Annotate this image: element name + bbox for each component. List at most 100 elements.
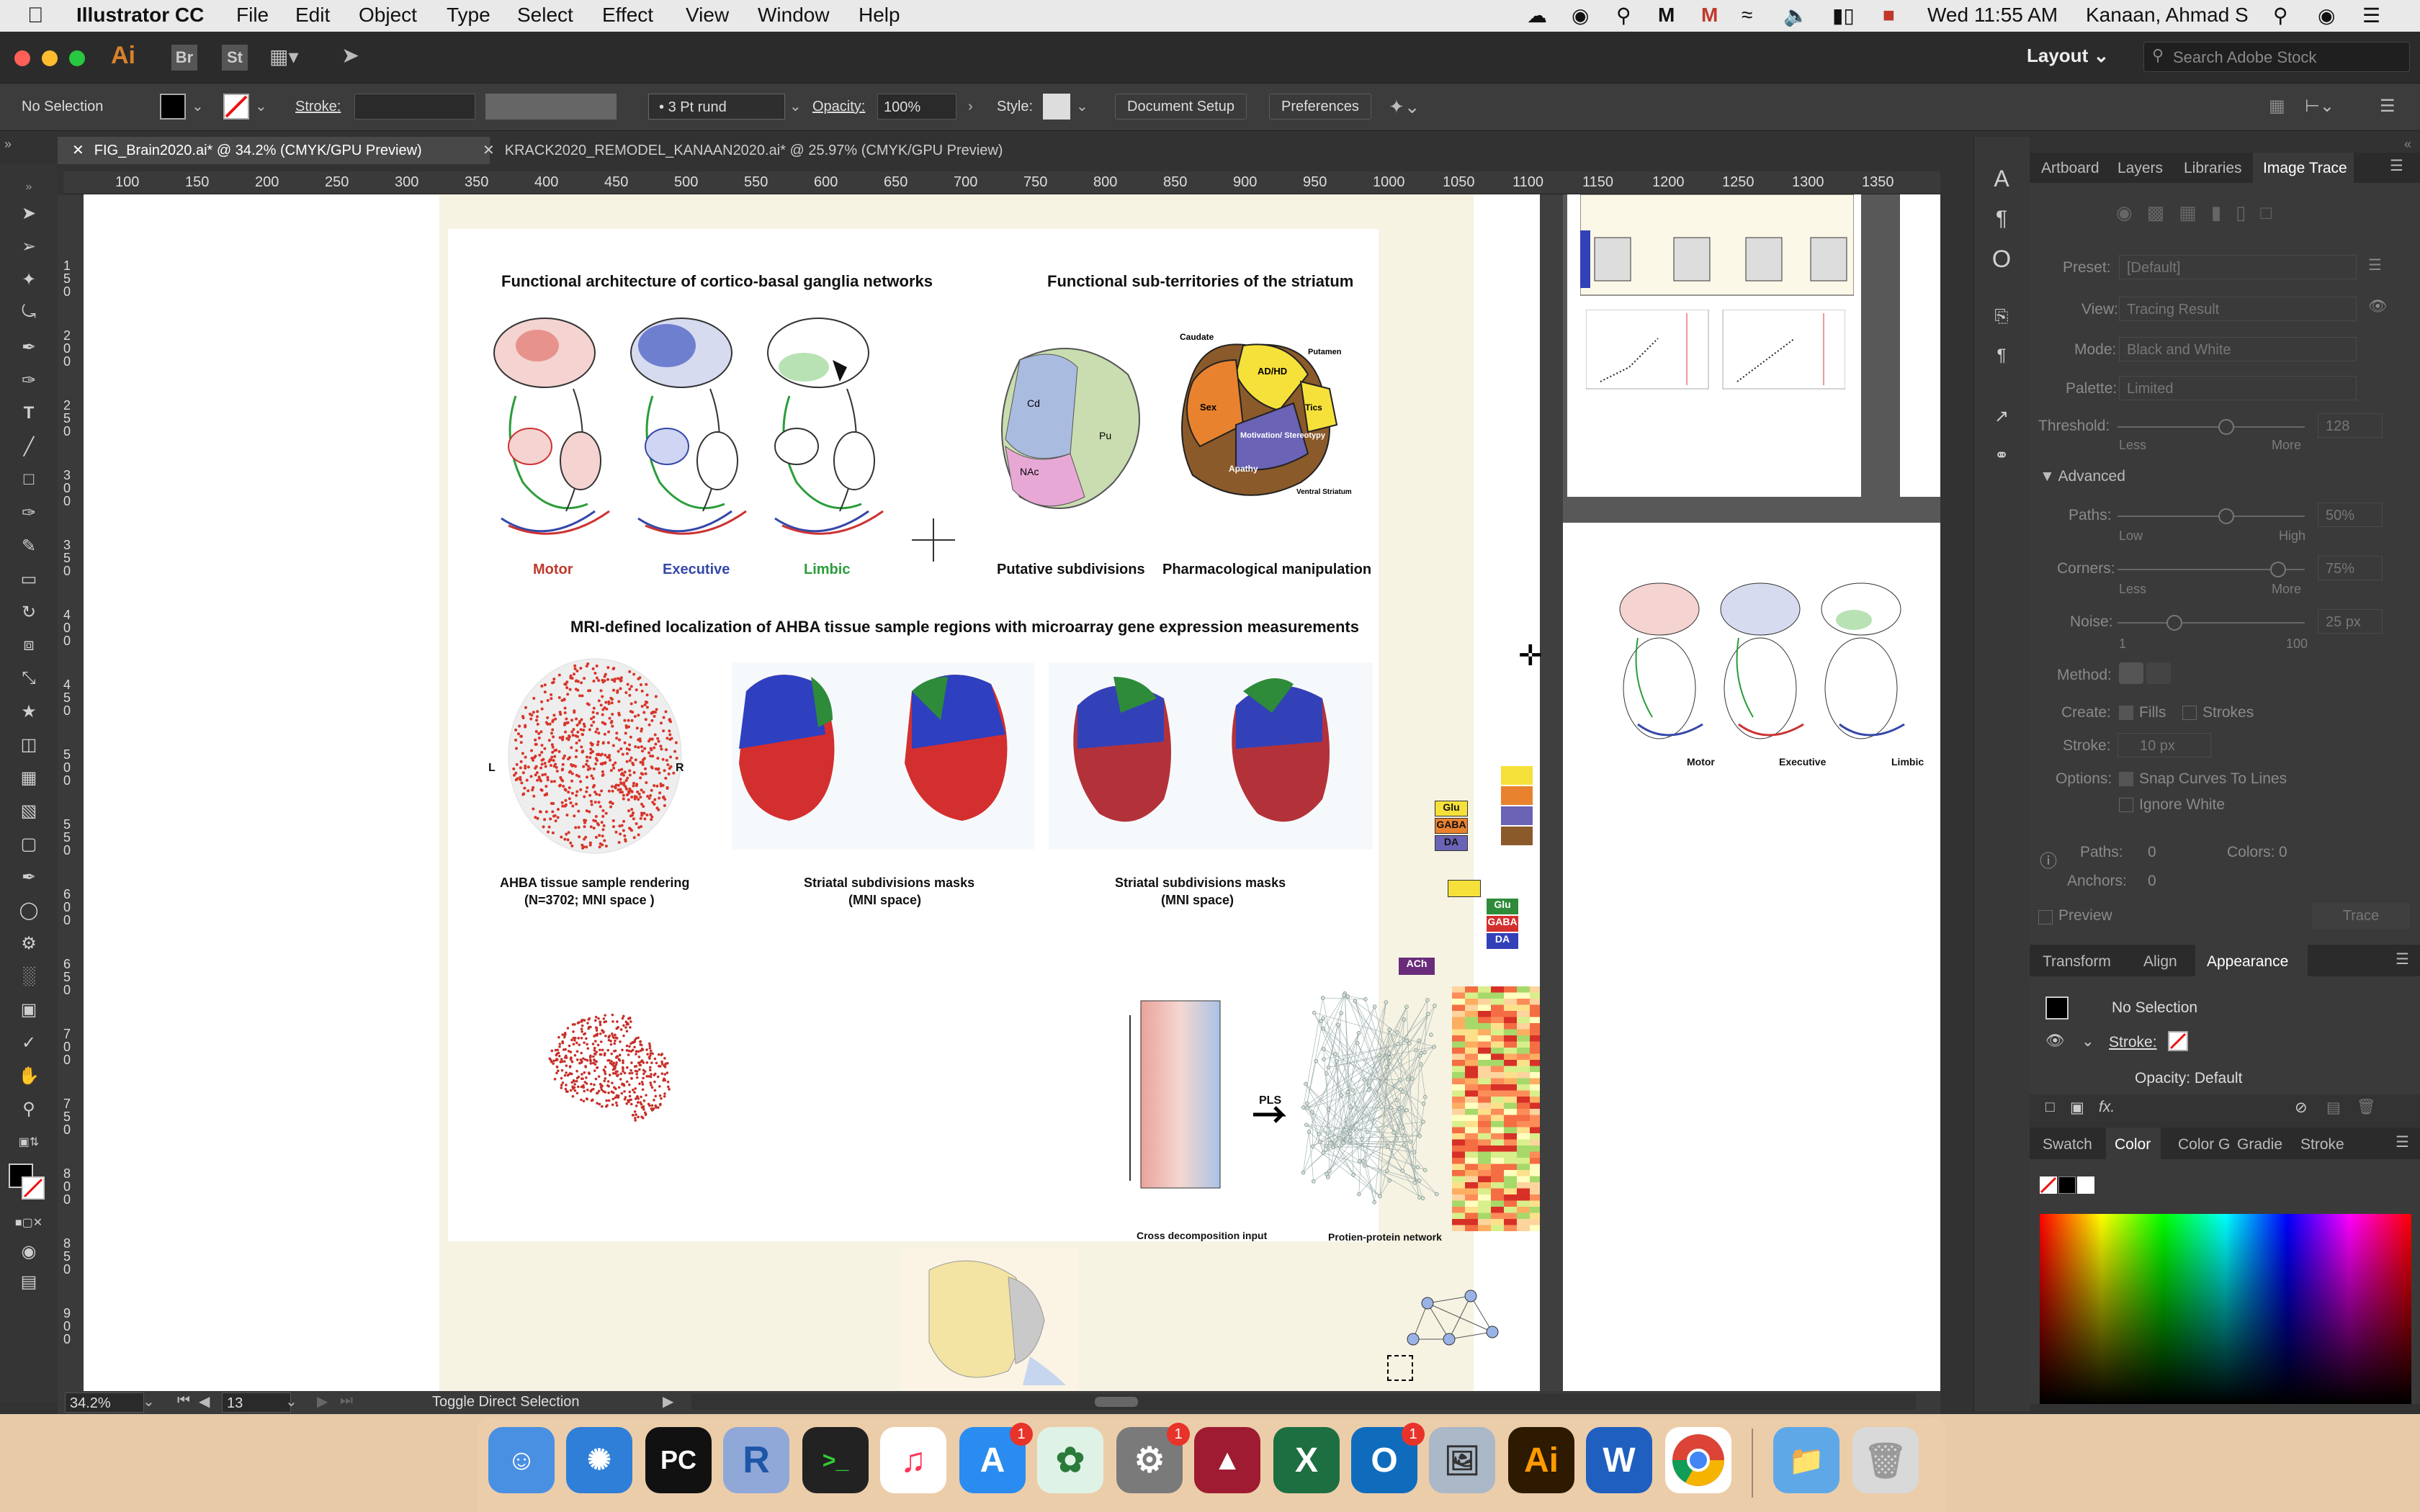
selection-marquee[interactable]	[1387, 1355, 1413, 1381]
canvas[interactable]: Functional architecture of cortico-basal…	[84, 194, 1940, 1391]
artboard-right-edge[interactable]	[1900, 194, 1940, 497]
threshold-slider[interactable]	[2118, 426, 2305, 428]
prev-artboard-icon[interactable]: ◀	[199, 1392, 210, 1410]
last-artboard-icon[interactable]: ⏭	[340, 1392, 353, 1409]
stroke-dropdown-icon[interactable]: ⌄	[255, 92, 267, 121]
chrome-icon[interactable]	[1665, 1427, 1731, 1493]
eraser-tool-icon[interactable]: ▭	[16, 566, 42, 592]
tab-image-trace[interactable]: Image Trace	[2253, 153, 2354, 183]
network-app-icon[interactable]: ✿	[1037, 1427, 1103, 1493]
character-panel-icon[interactable]: A	[1989, 166, 2015, 192]
clock[interactable]: Wed 11:55 AM	[1927, 4, 2058, 27]
column-graph-tool-icon[interactable]: ░	[16, 963, 42, 989]
artboard-tool-icon[interactable]: ▣	[16, 996, 42, 1022]
transform-icon[interactable]: ⊢⌄	[2305, 92, 2334, 121]
add-effect-icon[interactable]: fx.	[2099, 1099, 2115, 1116]
menu-view[interactable]: View	[686, 4, 729, 27]
direct-selection-tool-icon[interactable]: ➢	[16, 233, 42, 259]
tab-krack[interactable]: ✕ KRACK2020_REMODEL_KANAAN2020.ai* @ 25.9…	[468, 137, 1145, 164]
paths-field[interactable]: 50%	[2318, 503, 2383, 527]
threshold-slider-knob[interactable]	[2218, 419, 2234, 435]
appearance-opacity[interactable]: Opacity: Default	[2135, 1070, 2242, 1087]
status-icon-4[interactable]: M	[1701, 4, 1718, 27]
menu-effect[interactable]: Effect	[602, 4, 653, 27]
appearance-stroke-swatch[interactable]	[2168, 1031, 2188, 1051]
magic-wand-tool-icon[interactable]: ✦	[16, 266, 42, 292]
tab-color-guide[interactable]: Color G	[2178, 1136, 2230, 1153]
menu-type[interactable]: Type	[447, 4, 490, 27]
arrange-documents-icon[interactable]: ▦▾	[269, 45, 299, 68]
fill-color-swatch[interactable]	[160, 94, 186, 120]
blend-tool-icon[interactable]: ◯	[16, 897, 42, 923]
paintbrush-tool-icon[interactable]: ✑	[16, 500, 42, 526]
paragraph-panel-icon[interactable]: ¶	[1989, 206, 2015, 232]
swatch-brown[interactable]	[1501, 827, 1533, 845]
preset-list-icon[interactable]: ☰	[2368, 256, 2382, 274]
close-tab-icon[interactable]: ✕	[72, 143, 84, 158]
document-setup-button[interactable]: Document Setup	[1115, 94, 1247, 120]
fill-dropdown-icon[interactable]: ⌄	[192, 92, 204, 121]
appearance-menu-icon[interactable]: ☰	[2396, 950, 2409, 968]
swatch-purple[interactable]	[1501, 806, 1533, 825]
collapse-tools-icon[interactable]: »	[4, 137, 55, 163]
gradient-tool-icon[interactable]: ▢	[16, 831, 42, 857]
lasso-tool-icon[interactable]: ⤿	[16, 300, 42, 325]
color-menu-icon[interactable]: ☰	[2396, 1133, 2409, 1151]
character-styles-icon[interactable]: ⎘	[1989, 304, 2015, 330]
paths-slider-knob[interactable]	[2218, 508, 2234, 524]
arrange-icon[interactable]: ✦⌄	[1389, 92, 1420, 121]
paragraph-styles-icon[interactable]: ¶	[1989, 343, 2015, 369]
ignore-white-checkbox[interactable]	[2119, 798, 2133, 812]
menu-file[interactable]: File	[236, 4, 269, 27]
brush-launcher-icon[interactable]: ➤	[341, 43, 359, 68]
tab-transform[interactable]: Transform	[2043, 953, 2111, 971]
zoom-tool-icon[interactable]: ⚲	[16, 1096, 42, 1122]
graphic-style-swatch[interactable]	[1043, 94, 1070, 120]
close-tab-icon[interactable]: ✕	[483, 143, 495, 158]
mode-dropdown[interactable]: Black and White	[2119, 337, 2357, 361]
apple-icon[interactable]: 	[27, 4, 44, 28]
tab-color[interactable]: Color	[2106, 1128, 2161, 1159]
noise-slider[interactable]	[2118, 622, 2305, 624]
strokes-checkbox[interactable]	[2182, 706, 2197, 720]
color-spectrum[interactable]	[2040, 1214, 2411, 1404]
slice-tool-icon[interactable]: ✓	[16, 1030, 42, 1056]
rotate-tool-icon[interactable]: ↻	[16, 599, 42, 625]
stroke-weight-field[interactable]	[354, 94, 475, 120]
appearance-stroke-label[interactable]: Stroke:	[2109, 1034, 2157, 1051]
spotlight-icon[interactable]: ⚲	[2273, 4, 2288, 27]
search-stock-input[interactable]: Search Adobe Stock	[2143, 42, 2410, 72]
shape-builder-tool-icon[interactable]: ◫	[16, 732, 42, 757]
paths-slider[interactable]	[2118, 516, 2305, 517]
safari-icon[interactable]: ✺	[566, 1427, 632, 1493]
next-artboard-icon[interactable]: ▶	[317, 1392, 328, 1410]
close-window-button[interactable]	[14, 50, 30, 66]
view-dropdown[interactable]: Tracing Result	[2119, 297, 2357, 321]
threshold-field[interactable]: 128	[2318, 413, 2383, 438]
user-name[interactable]: Kanaan, Ahmad S	[2086, 4, 2249, 27]
menu-select[interactable]: Select	[517, 4, 573, 27]
curvature-tool-icon[interactable]: ✑	[16, 367, 42, 393]
width-tool-icon[interactable]: ⤡	[16, 665, 42, 691]
menu-window[interactable]: Window	[758, 4, 830, 27]
advanced-toggle[interactable]: ▼ Advanced	[2040, 468, 2125, 485]
default-colors-icon[interactable]: ▣⇅	[16, 1129, 42, 1155]
draw-mode-icon[interactable]: ◉	[16, 1238, 42, 1264]
fills-checkbox[interactable]	[2119, 706, 2133, 720]
menu-edit[interactable]: Edit	[295, 4, 330, 27]
clear-appearance-icon[interactable]: ⊘	[2295, 1099, 2308, 1117]
stroke-color-swatch[interactable]	[223, 94, 249, 120]
music-icon[interactable]: ♫	[880, 1427, 946, 1493]
zoom-level-field[interactable]: 34.2%	[65, 1392, 144, 1413]
stroke-width-field[interactable]: 10 px	[2118, 733, 2211, 757]
black-swatch[interactable]	[2058, 1176, 2076, 1194]
brush-definition-dropdown[interactable]: • 3 Pt rund	[648, 94, 785, 120]
workspace-switcher[interactable]: Layout ⌄	[2027, 45, 2109, 67]
stroke-indicator[interactable]	[22, 1176, 45, 1200]
panel-menu-icon[interactable]: ☰	[2390, 157, 2403, 175]
horizontal-scroll-thumb[interactable]	[1095, 1397, 1138, 1407]
tab-artboards[interactable]: Artboard	[2041, 160, 2099, 177]
rectangle-tool-icon[interactable]: □	[16, 467, 42, 492]
volume-icon[interactable]: 🔈	[1783, 4, 1809, 27]
word-icon[interactable]: W	[1586, 1427, 1652, 1493]
